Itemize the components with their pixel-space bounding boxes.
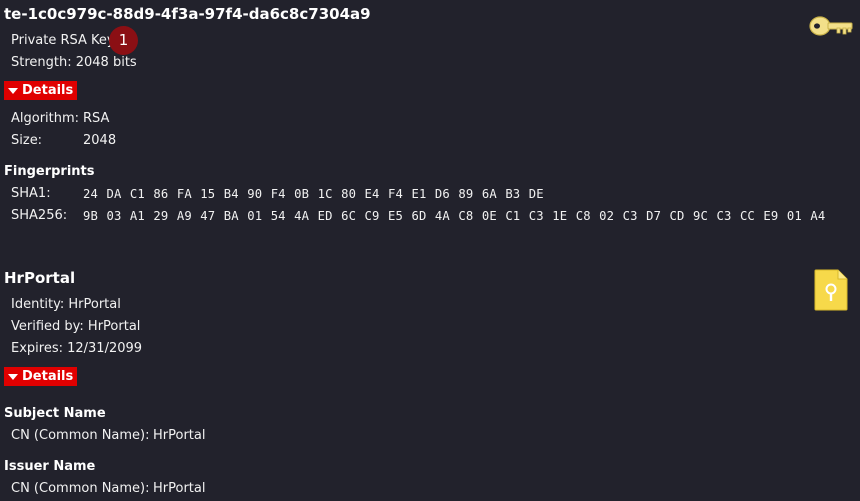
key-type: Private RSA Key	[11, 33, 115, 48]
issuer-cn-label: CN (Common Name):	[11, 481, 150, 496]
size-label: Size:	[11, 133, 43, 148]
key-title: te-1c0c979c-88d9-4f3a-97f4-da6c8c7304a9	[4, 5, 371, 23]
details-label: Details	[22, 369, 74, 384]
key-details-toggle[interactable]: Details	[4, 81, 78, 100]
size-value: 2048	[83, 133, 117, 148]
certificate-expires: Expires: 12/31/2099	[11, 341, 143, 356]
notification-badge: 1	[109, 26, 138, 55]
key-details-page: te-1c0c979c-88d9-4f3a-97f4-da6c8c7304a9 …	[0, 0, 860, 501]
issuer-name-heading: Issuer Name	[4, 459, 96, 474]
certificate-details-toggle[interactable]: Details	[4, 367, 78, 386]
triangle-down-icon	[8, 87, 18, 94]
triangle-down-icon	[8, 373, 18, 380]
sha1-value: 24 DA C1 86 FA 15 B4 90 F4 0B 1C 80 E4 F…	[83, 187, 544, 201]
certificate-title: HrPortal	[4, 269, 76, 287]
sha256-label: SHA256:	[11, 208, 68, 223]
sha256-value: 9B 03 A1 29 A9 47 BA 01 54 4A ED 6C C9 E…	[83, 209, 826, 223]
subject-cn-value: HrPortal	[153, 428, 206, 443]
algorithm-label: Algorithm:	[11, 111, 80, 126]
key-icon	[809, 15, 854, 37]
sha1-label: SHA1:	[11, 186, 51, 201]
key-strength: Strength: 2048 bits	[11, 55, 137, 70]
algorithm-value: RSA	[83, 111, 110, 126]
subject-name-heading: Subject Name	[4, 406, 106, 421]
certificate-identity: Identity: HrPortal	[11, 297, 121, 312]
certificate-icon	[814, 269, 848, 311]
fingerprints-heading: Fingerprints	[4, 164, 95, 179]
certificate-verified-by: Verified by: HrPortal	[11, 319, 141, 334]
subject-cn-label: CN (Common Name):	[11, 428, 150, 443]
details-label: Details	[22, 83, 74, 98]
issuer-cn-value: HrPortal	[153, 481, 206, 496]
